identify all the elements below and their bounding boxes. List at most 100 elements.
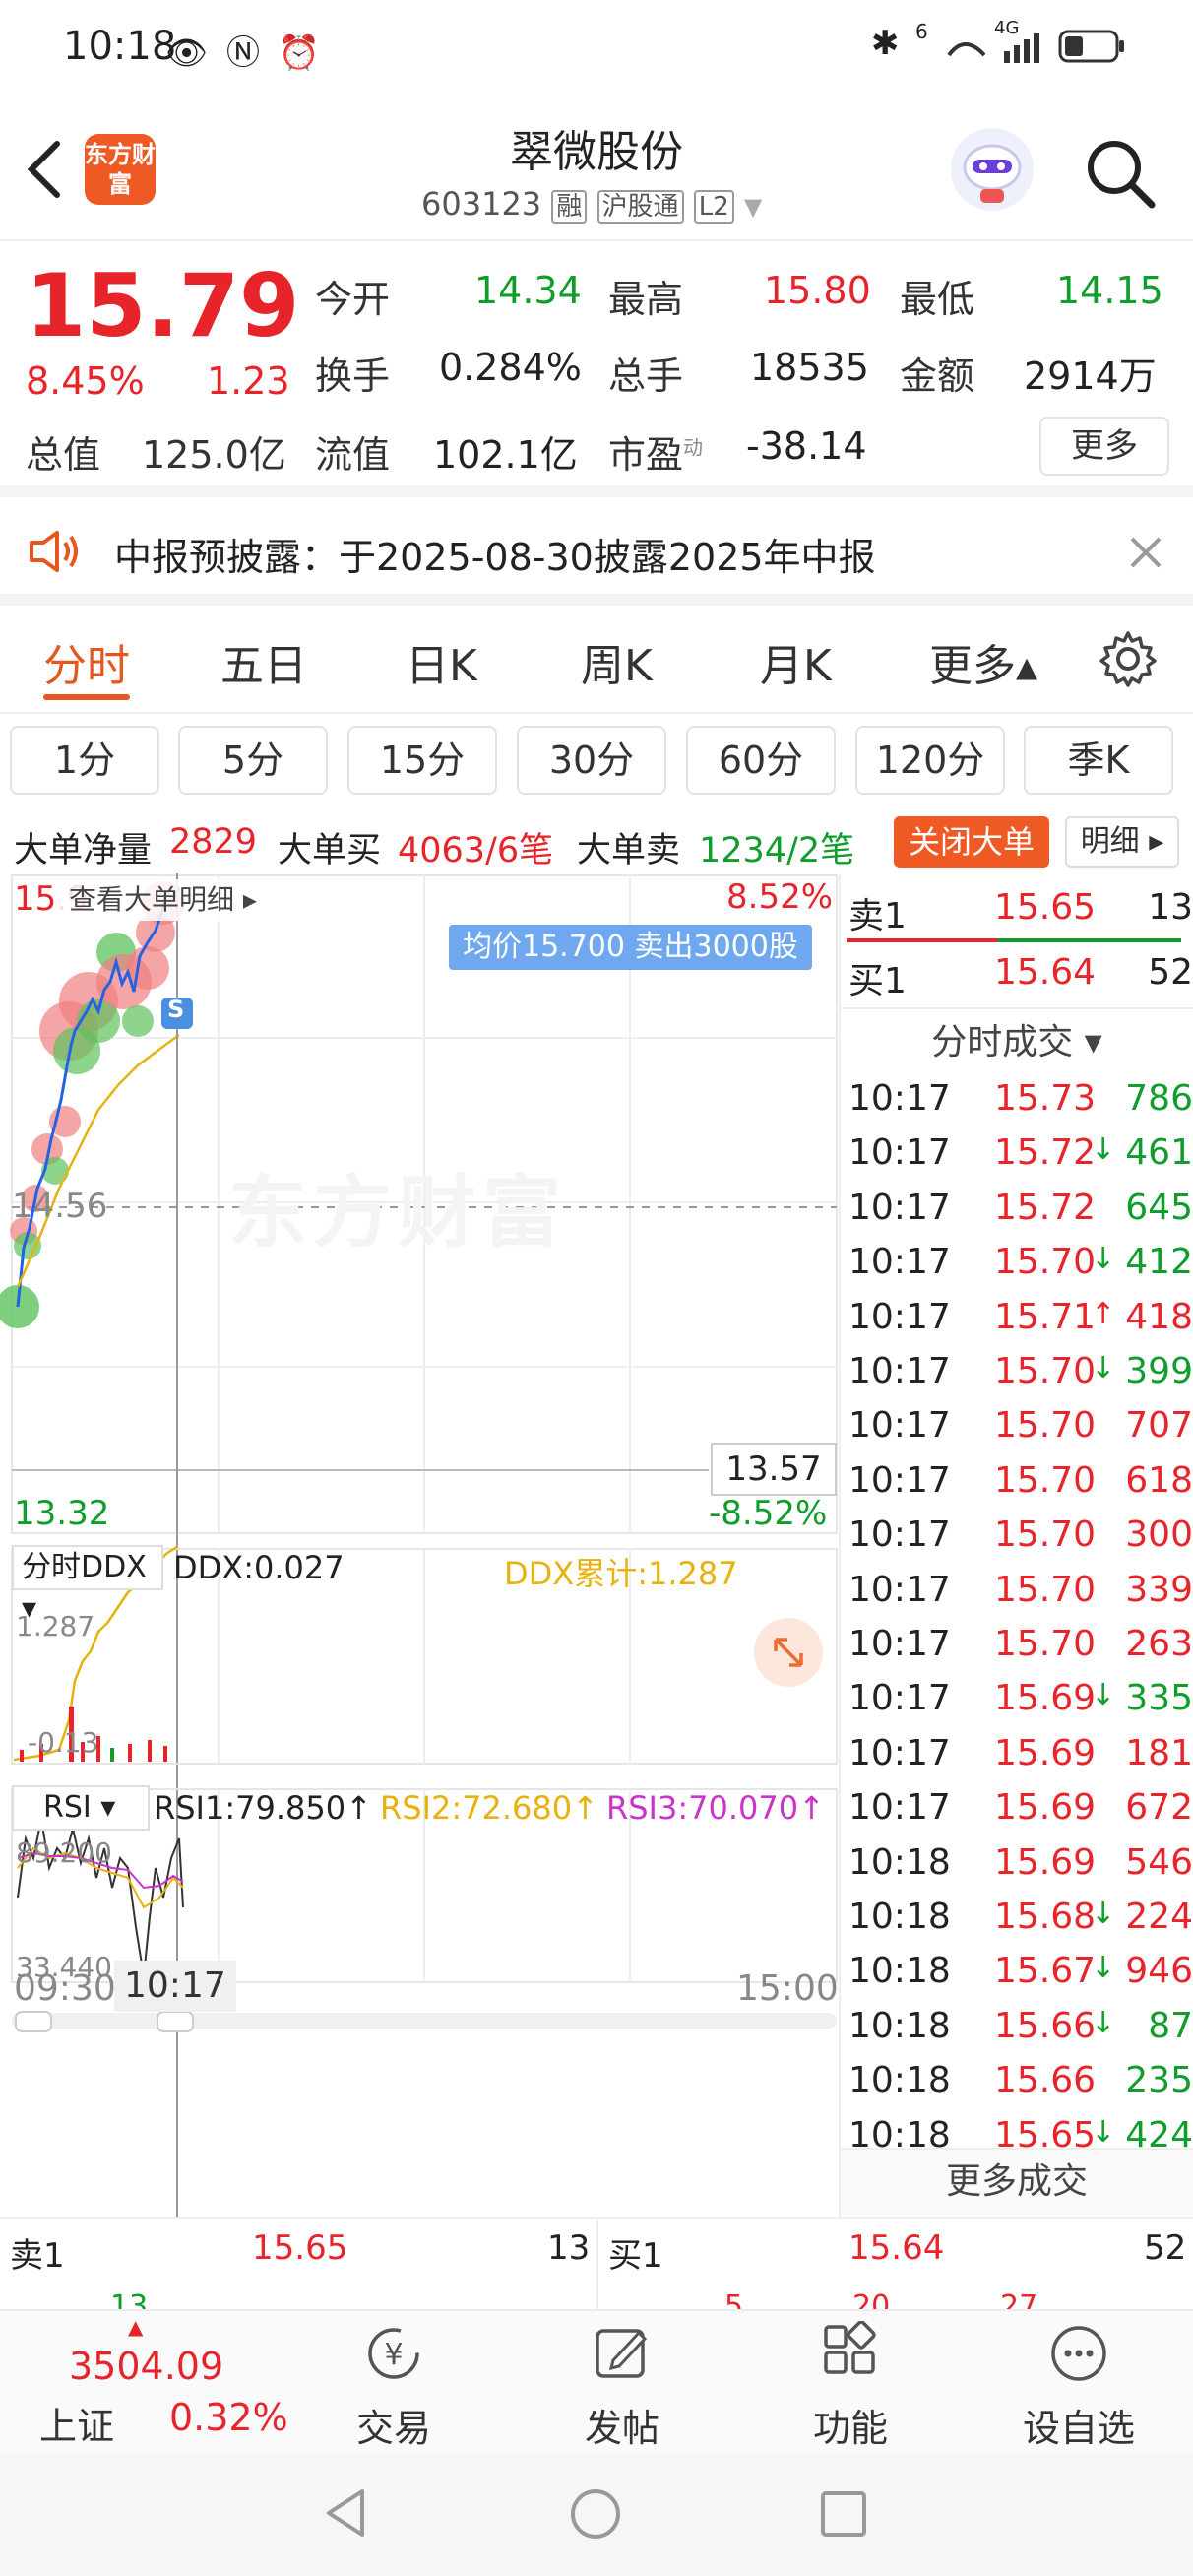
tick-row: 10:17 15.70 707 — [848, 1405, 1193, 1459]
buy1-row: 买1 15.64 52 — [848, 952, 1193, 1006]
rsi-indicator-selector[interactable]: RSI ▾ — [12, 1785, 150, 1831]
tick-time: 10:17 — [848, 1514, 951, 1556]
period-15m[interactable]: 15分 — [347, 726, 497, 795]
tick-time: 10:17 — [848, 1405, 951, 1447]
nav-functions-label: 功能 — [812, 2407, 888, 2450]
tick-price: 15.71 — [994, 1296, 1097, 1337]
tick-time: 10:18 — [848, 2060, 951, 2101]
high-label: 最高 — [608, 278, 684, 321]
stock-code-row[interactable]: 603123 融 沪股通 L2 ▼ — [421, 185, 762, 224]
close-icon[interactable] — [1128, 535, 1163, 570]
nav-post-label: 发帖 — [584, 2407, 659, 2450]
float-cap-value: 102.1亿 — [433, 433, 578, 477]
tick-time: 10:17 — [848, 1078, 951, 1119]
search-icon[interactable] — [1083, 136, 1158, 211]
expand-icon[interactable] — [754, 1618, 823, 1687]
back-triangle-icon[interactable] — [319, 2485, 374, 2541]
more-dots-icon — [1051, 2326, 1106, 2381]
index-percent: 0.32% — [169, 2396, 288, 2439]
tab-weekly-k[interactable]: 周K — [581, 630, 653, 693]
rsi3-value: RSI3:70.070↑ — [606, 1789, 825, 1827]
time-axis-start: 09:30 — [14, 1968, 116, 2009]
tick-direction: ↓ — [1091, 2114, 1116, 2150]
order-book-strip: 卖1 15.65 13 买1 15.64 52 13 5 20 27 — [0, 2217, 1193, 2324]
gear-icon[interactable] — [1099, 629, 1158, 688]
tab-daily-k[interactable]: 日K — [406, 630, 477, 693]
high-value: 15.80 — [764, 269, 871, 312]
battery-icon — [1058, 30, 1124, 63]
tick-volume: 672 — [1125, 1787, 1193, 1829]
tag-level2: L2 — [693, 190, 734, 224]
nav-post[interactable]: 发帖 — [524, 2321, 721, 2452]
speaker-icon — [30, 531, 78, 572]
more-button[interactable]: 更多 — [1039, 417, 1169, 476]
nav-add-watchlist[interactable]: 设自选 — [980, 2321, 1177, 2452]
book-sell1-label: 卖1 — [10, 2236, 65, 2276]
index-ticker[interactable]: ▲ 3504.09 上证 0.32% — [0, 2311, 295, 2454]
big-buy-value: 4063/6笔 — [398, 831, 554, 870]
tick-volume: 418 — [1125, 1296, 1193, 1337]
tab-monthly-k[interactable]: 月K — [760, 630, 832, 693]
period-5m[interactable]: 5分 — [178, 726, 328, 795]
pe-value: -38.14 — [746, 424, 867, 468]
turnover-value: 0.284% — [439, 346, 582, 389]
stock-code: 603123 — [421, 185, 542, 223]
tick-row: 10:17 15.69 672 — [848, 1787, 1193, 1841]
nav-functions[interactable]: 功能 — [752, 2320, 949, 2452]
sell1-price: 15.65 — [994, 887, 1097, 928]
more-trades-button[interactable]: 更多成交 — [841, 2148, 1193, 2217]
robot-assistant-icon[interactable] — [951, 128, 1034, 211]
status-icons-left: 👁 Ⓝ ⏰ — [165, 33, 325, 73]
tick-time: 10:18 — [848, 2005, 951, 2046]
tick-row: 10:17 15.70 263 — [848, 1624, 1193, 1678]
open-label: 今开 — [315, 278, 391, 321]
amount-label: 金额 — [900, 354, 975, 398]
period-120m[interactable]: 120分 — [855, 726, 1005, 795]
caret-up-icon: ▲ — [128, 2315, 144, 2339]
svg-text:¥: ¥ — [384, 2338, 403, 2372]
bubble-sell — [122, 1005, 154, 1037]
tab-five-day[interactable]: 五日 — [220, 630, 307, 693]
tick-row: 10:18 15.66 235 — [848, 2060, 1193, 2114]
big-sell-label: 大单卖 — [577, 831, 681, 870]
sell1-row: 卖1 15.65 13 — [848, 887, 1193, 941]
period-60m[interactable]: 60分 — [686, 726, 836, 795]
tick-volume: 339 — [1125, 1569, 1193, 1610]
open-value: 14.34 — [474, 269, 582, 312]
change-percent: 8.45% — [26, 359, 145, 403]
tick-price: 15.69 — [994, 1678, 1097, 1719]
tick-direction: ↓ — [1091, 1242, 1116, 1277]
tick-price: 15.70 — [994, 1405, 1097, 1447]
period-30m[interactable]: 30分 — [517, 726, 666, 795]
total-cap-value: 125.0亿 — [142, 433, 286, 477]
tick-price: 15.67 — [994, 1951, 1097, 1992]
tick-price: 15.70 — [994, 1514, 1097, 1556]
view-big-order-detail-link[interactable]: 查看大单明细 ▸ — [59, 879, 267, 921]
notice-bar[interactable]: 中报预披露：于2025-08-30披露2025年中报 — [0, 497, 1193, 606]
period-quarter-k[interactable]: 季K — [1024, 726, 1173, 795]
index-name: 上证 — [39, 2405, 115, 2448]
book-buy1-label: 买1 — [608, 2236, 663, 2276]
tick-trades-title[interactable]: 分时成交 ▾ — [841, 1011, 1193, 1074]
tick-direction: ↑ — [1091, 1296, 1116, 1331]
home-circle-icon[interactable] — [567, 2485, 624, 2543]
tick-time: 10:17 — [848, 1787, 951, 1829]
ddx-bar — [148, 1740, 152, 1762]
intraday-chart-area[interactable]: 15.9 查看大单明细 ▸ 8.52% 均价15.700 卖出3000股 东方财… — [0, 873, 839, 2217]
tick-row: 10:18 15.69 546 — [848, 1842, 1193, 1897]
tab-intraday[interactable]: 分时 — [43, 630, 130, 693]
nav-trade[interactable]: ¥ 交易 — [295, 2321, 492, 2452]
tick-row: 10:18 15.68 ↓ 224 — [848, 1897, 1193, 1951]
period-1m[interactable]: 1分 — [10, 726, 159, 795]
tab-more[interactable]: 更多▴ — [929, 630, 1037, 693]
ddx-indicator-selector[interactable]: 分时DDX ▾ — [12, 1545, 163, 1626]
tick-volume: 263 — [1125, 1624, 1193, 1664]
recents-square-icon[interactable] — [817, 2487, 870, 2541]
stock-header: 东方财富 翠微股份 603123 融 沪股通 L2 ▼ — [0, 98, 1193, 241]
close-big-order-button[interactable]: 关闭大单 — [894, 816, 1049, 868]
signal-icon — [947, 33, 1039, 63]
sell1-volume: 13 — [1148, 887, 1193, 928]
big-order-bar: 大单净量 2829 大单买 4063/6笔 大单卖 1234/2笔 关闭大单 明… — [0, 812, 1193, 873]
big-order-detail-button[interactable]: 明细 ▸ — [1065, 816, 1179, 868]
net-volume-label: 大单净量 — [14, 831, 153, 870]
